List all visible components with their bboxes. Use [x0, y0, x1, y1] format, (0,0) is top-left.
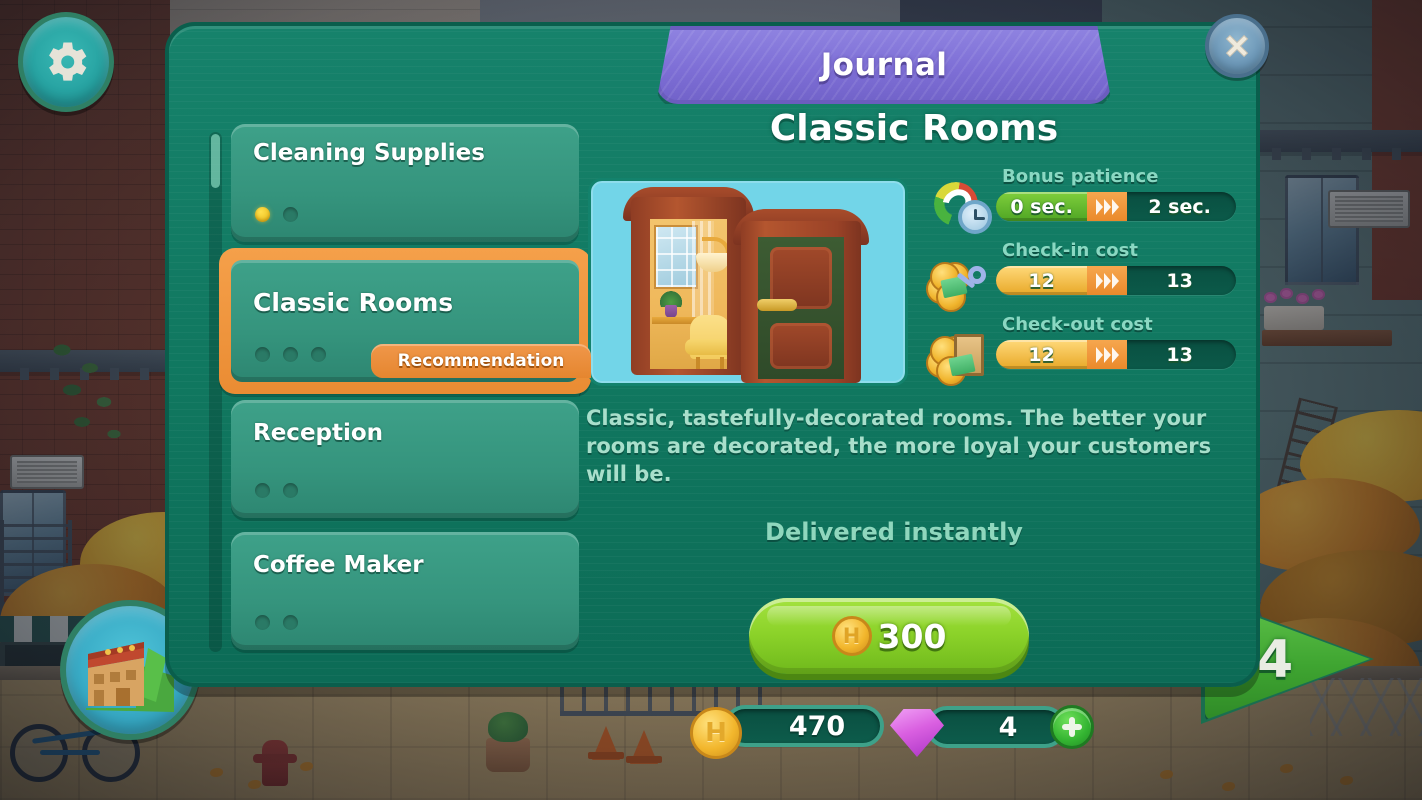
open-door-illustration — [623, 187, 754, 375]
add-gems-button[interactable] — [1050, 705, 1094, 749]
list-item-coffee-maker[interactable]: Coffee Maker — [231, 532, 579, 650]
progress-dots — [255, 347, 326, 362]
gear-icon — [49, 42, 87, 81]
stat-progress-bar: 12 13 — [996, 340, 1236, 369]
stat-current-value: 0 sec. — [1010, 195, 1073, 218]
progress-dot — [283, 347, 298, 362]
stat-label: Check-out cost — [1002, 314, 1153, 335]
progress-dot — [255, 615, 270, 630]
list-item-reception[interactable]: Reception — [231, 400, 579, 518]
settings-button[interactable] — [18, 12, 114, 112]
currency-bar: H 470 4 — [690, 695, 1094, 765]
progress-dot — [311, 347, 326, 362]
progress-dot — [283, 483, 298, 498]
list-item-label: Cleaning Supplies — [253, 140, 485, 166]
recommendation-badge: Recommendation — [371, 344, 591, 378]
delivery-note: Delivered instantly — [765, 518, 1023, 546]
list-item-label: Classic Rooms — [253, 288, 454, 317]
progress-dots — [255, 615, 298, 630]
patience-clock-icon — [924, 182, 994, 234]
hotel-coin-icon: H — [831, 616, 872, 656]
door-knob-icon — [757, 299, 797, 311]
list-item-classic-rooms[interactable]: Classic Rooms Recommendation — [219, 248, 594, 394]
closed-door-illustration — [733, 209, 869, 383]
stat-check-in-cost: Check-in cost 12 13 — [924, 240, 1244, 314]
stat-progress-bar: 0 sec. 2 sec. — [996, 192, 1236, 221]
close-button[interactable] — [1205, 14, 1269, 78]
gem-icon — [890, 709, 944, 757]
list-scrollbar[interactable] — [209, 132, 222, 652]
gem-counter[interactable]: 4 — [890, 705, 1094, 757]
stat-next-value: 2 sec. — [1148, 195, 1211, 218]
coin-counter[interactable]: H 470 — [690, 705, 884, 759]
coins-key-icon — [924, 256, 994, 312]
panel-title-ribbon: Journal — [656, 26, 1112, 104]
stat-bonus-patience: Bonus patience 0 sec. 2 sec. — [924, 166, 1244, 240]
detail-title: Classic Rooms — [769, 108, 1059, 149]
list-scrollbar-thumb[interactable] — [211, 134, 220, 188]
close-icon — [1225, 34, 1249, 58]
progress-dots — [255, 207, 298, 222]
stat-progress-bar: 12 13 — [996, 266, 1236, 295]
progress-dot — [255, 347, 270, 362]
buy-button-amount: 300 — [877, 616, 947, 656]
coins-door-icon — [924, 330, 994, 386]
list-item-cleaning-supplies[interactable]: Cleaning Supplies — [231, 124, 579, 242]
progress-dots — [255, 483, 298, 498]
detail-thumbnail — [588, 178, 908, 386]
journal-panel: Journal Cleaning Supplies Classic Rooms — [165, 22, 1260, 687]
upgrade-list: Cleaning Supplies Classic Rooms Recommen… — [209, 124, 594, 664]
detail-description: Classic, tastefully-decorated rooms. The… — [586, 406, 1212, 487]
list-item-label: Coffee Maker — [253, 552, 424, 578]
panel-title: Journal — [820, 47, 948, 83]
stat-label: Check-in cost — [1002, 240, 1138, 261]
gem-value: 4 — [998, 711, 1018, 743]
progress-dot — [255, 483, 270, 498]
coin-value: 470 — [788, 710, 846, 742]
buy-button[interactable]: H 300 — [749, 598, 1029, 674]
recommendation-badge-label: Recommendation — [397, 351, 565, 371]
page-number: 4 — [1257, 630, 1294, 690]
detail-pane: Classic Rooms Bonus patience 0 sec. 2 se… — [584, 86, 1244, 686]
progress-dot — [283, 207, 298, 222]
stat-label: Bonus patience — [1002, 166, 1159, 187]
stat-current-value: 12 — [1028, 269, 1055, 292]
list-item-label: Reception — [253, 420, 384, 446]
hotel-coin-icon: H — [690, 707, 742, 759]
progress-dot — [255, 207, 270, 222]
stat-check-out-cost: Check-out cost 12 13 — [924, 314, 1244, 388]
stat-next-value: 13 — [1166, 269, 1193, 292]
stat-next-value: 13 — [1166, 343, 1193, 366]
stat-list: Bonus patience 0 sec. 2 sec. Check-in co… — [924, 166, 1244, 388]
stat-current-value: 12 — [1028, 343, 1055, 366]
progress-dot — [283, 615, 298, 630]
